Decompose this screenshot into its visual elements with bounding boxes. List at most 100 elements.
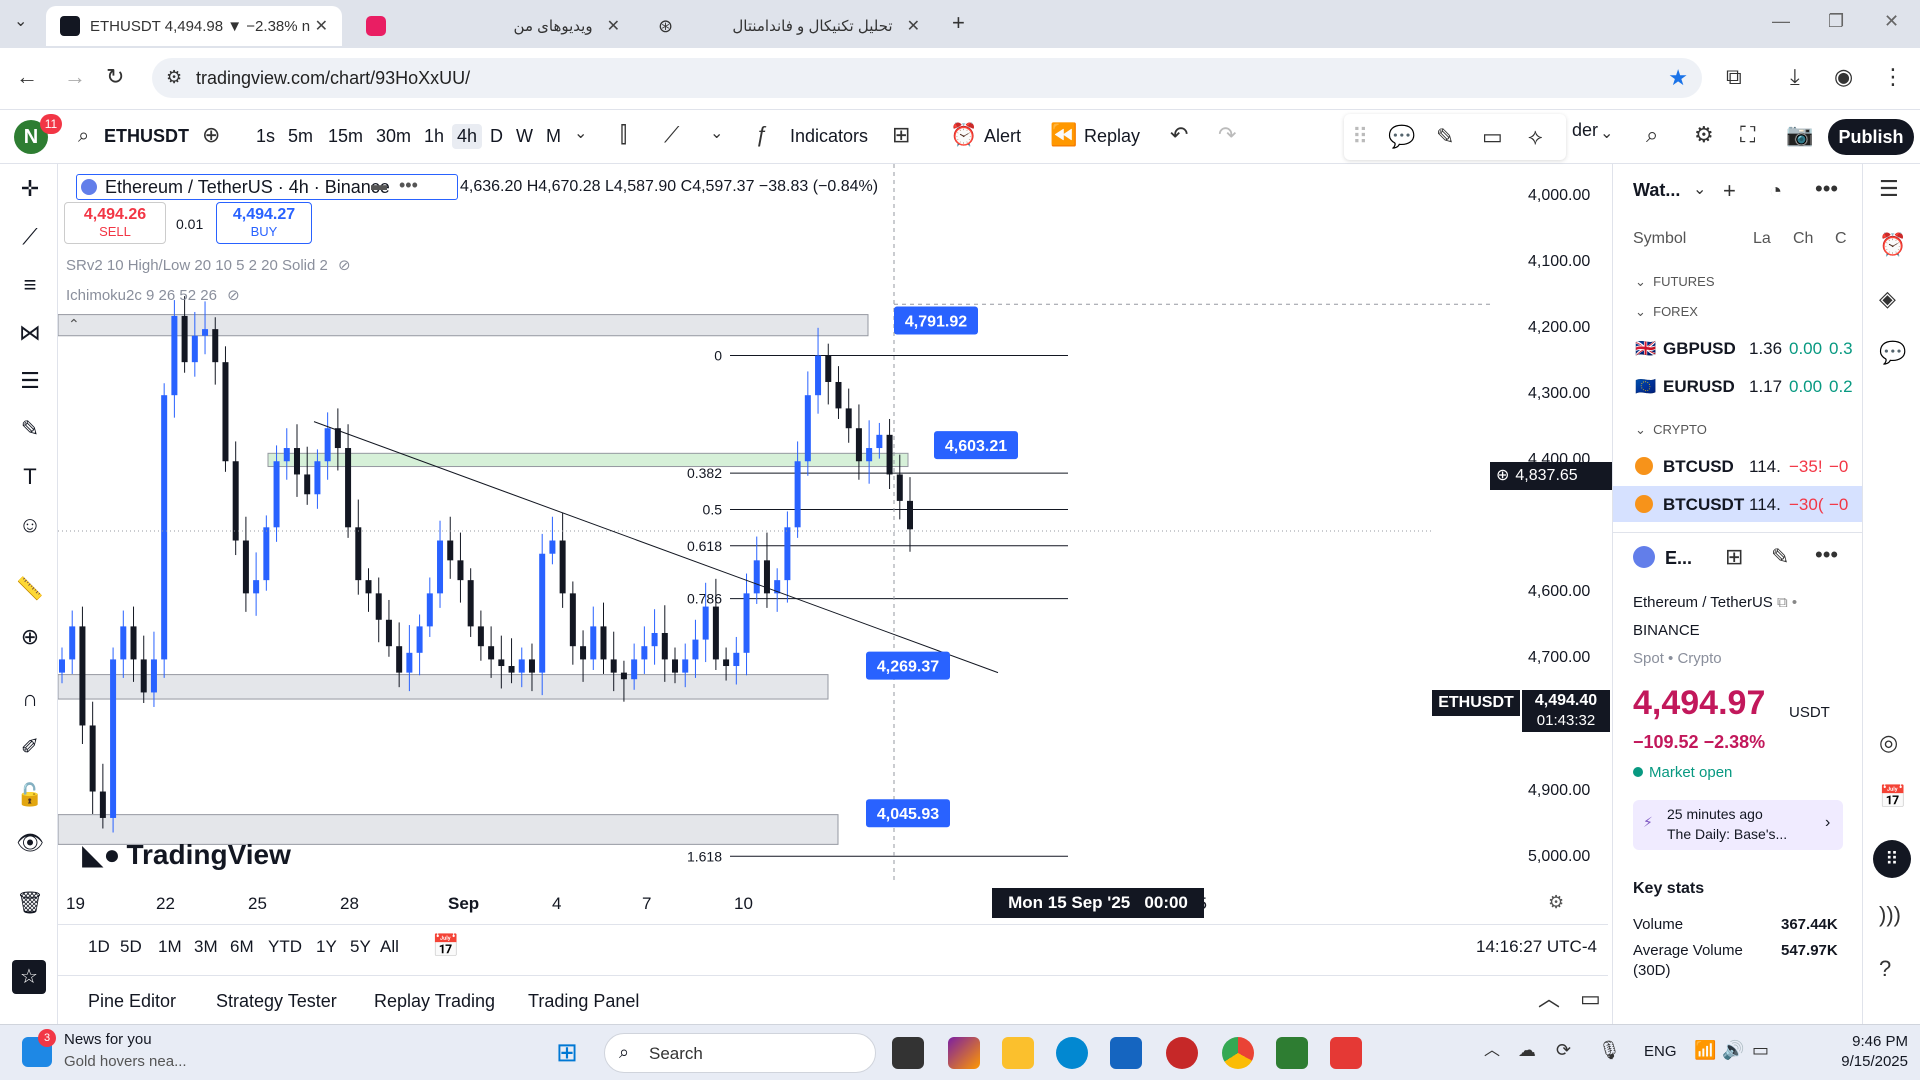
- apps-grid-icon[interactable]: ⠿: [1873, 840, 1911, 878]
- sell-button[interactable]: 4,494.26 SELL: [64, 202, 166, 244]
- group-forex[interactable]: ⌄ FOREX: [1635, 304, 1698, 320]
- col-change-pct[interactable]: C: [1835, 230, 1847, 248]
- volume-icon[interactable]: 🔊: [1722, 1041, 1744, 1059]
- tab-strategy-tester[interactable]: Strategy Tester: [216, 991, 337, 1012]
- interval-d[interactable]: D: [490, 126, 503, 147]
- help-icon[interactable]: ?: [1879, 958, 1891, 980]
- range-button[interactable]: 1D: [88, 937, 110, 957]
- app-red-icon[interactable]: [1330, 1037, 1362, 1069]
- range-button[interactable]: 1Y: [316, 937, 337, 957]
- candles-chart-type-icon[interactable]: ⫿: [620, 124, 627, 146]
- more-icon[interactable]: •••: [399, 175, 418, 196]
- task-view-icon[interactable]: [892, 1037, 924, 1069]
- extensions-icon[interactable]: ⧉: [1726, 66, 1742, 88]
- indicators-icon[interactable]: ƒ: [756, 124, 768, 146]
- range-button[interactable]: 6M: [230, 937, 254, 957]
- watchlist-row-btcusd[interactable]: BTCUSD 114. −35! −0: [1613, 448, 1863, 484]
- store-icon[interactable]: [1110, 1037, 1142, 1069]
- maximize-icon[interactable]: ❐: [1828, 12, 1844, 30]
- watchlist-row-btcusdt[interactable]: BTCUSDT 114. −30( −0: [1613, 486, 1863, 522]
- app-p-icon[interactable]: [1166, 1037, 1198, 1069]
- replay-icon[interactable]: ⏪: [1050, 124, 1077, 146]
- horizontal-lines-icon[interactable]: ≡: [16, 272, 44, 300]
- chat-icon[interactable]: 💬: [1879, 342, 1906, 364]
- signal-icon[interactable]: ))): [1879, 904, 1901, 926]
- replay-button[interactable]: Replay: [1084, 126, 1140, 147]
- settings-icon[interactable]: ⚙: [1694, 124, 1714, 146]
- brush-icon[interactable]: ✎: [1436, 126, 1454, 148]
- eye-icon[interactable]: ▬: [371, 177, 387, 195]
- taskbar-date[interactable]: 9/15/2025: [1808, 1053, 1908, 1070]
- details-symbol-short[interactable]: E...: [1665, 548, 1692, 569]
- file-explorer-icon[interactable]: [1002, 1037, 1034, 1069]
- fullscreen-icon[interactable]: ⛶: [1740, 124, 1755, 146]
- hide-drawings-eye-icon[interactable]: 👁: [16, 830, 44, 858]
- target-icon[interactable]: ◎: [1879, 732, 1898, 754]
- text-icon[interactable]: T: [16, 464, 44, 492]
- hidden-eye-icon[interactable]: ⊘: [338, 257, 351, 274]
- publish-button[interactable]: Publish: [1828, 119, 1914, 155]
- browser-menu-icon[interactable]: ⋮: [1882, 66, 1904, 88]
- tab-search-icon[interactable]: ⌄: [14, 14, 27, 30]
- edit-icon[interactable]: ✎: [1771, 546, 1789, 568]
- interval-dropdown-icon[interactable]: ⌄: [574, 126, 587, 142]
- path-icon[interactable]: ⟡: [1528, 126, 1543, 148]
- close-tab-icon[interactable]: ✕: [315, 16, 328, 36]
- crosshair-icon[interactable]: ✛: [16, 176, 44, 204]
- add-symbol-icon[interactable]: +: [1723, 180, 1736, 202]
- taskbar-time[interactable]: 9:46 PM: [1808, 1033, 1908, 1050]
- expand-panel-icon[interactable]: ︿: [1538, 988, 1560, 1010]
- magnet-icon[interactable]: ∩: [16, 686, 44, 714]
- close-window-icon[interactable]: ✕: [1884, 12, 1899, 30]
- ruler-icon[interactable]: 📏: [16, 576, 44, 604]
- range-button[interactable]: 1M: [158, 937, 182, 957]
- lock-drawings-pencil-icon[interactable]: ✐: [16, 734, 44, 762]
- site-info-icon[interactable]: ⚙: [166, 68, 182, 86]
- watchlist-row-gbpusd[interactable]: 🇬🇧 GBPUSD 1.36 0.00 0.3: [1613, 330, 1863, 366]
- col-symbol[interactable]: Symbol: [1633, 230, 1686, 248]
- watchlist-dropdown-icon[interactable]: ⌄: [1693, 182, 1706, 198]
- range-button[interactable]: 3M: [194, 937, 218, 957]
- trendline-icon[interactable]: ⟋: [16, 224, 44, 252]
- group-crypto[interactable]: ⌄ CRYPTO: [1635, 422, 1707, 438]
- goto-date-icon[interactable]: 📅: [432, 935, 459, 957]
- interval-1h[interactable]: 1h: [424, 126, 444, 147]
- chrome-icon[interactable]: [1222, 1037, 1254, 1069]
- tab-pine-editor[interactable]: Pine Editor: [88, 991, 176, 1012]
- brush-icon[interactable]: ✎: [16, 416, 44, 444]
- indicator-srv2[interactable]: SRv2 10 High/Low 20 10 5 2 20 Solid 2 ⊘: [66, 256, 351, 274]
- tray-sync-icon[interactable]: ⟳: [1556, 1041, 1571, 1059]
- tab-analysis[interactable]: ⊛ تحلیل تکنیکال و فاندامنتال ✕: [644, 6, 934, 46]
- interval-15m[interactable]: 15m: [328, 126, 363, 147]
- interval-m[interactable]: M: [546, 126, 561, 147]
- rectangle-icon[interactable]: ▭: [1482, 126, 1503, 148]
- layout-name[interactable]: der: [1572, 120, 1598, 141]
- symbol-legend[interactable]: Ethereum / TetherUS · 4h · Binance ▬ •••: [76, 174, 458, 200]
- range-button[interactable]: 5D: [120, 937, 142, 957]
- utc-clock[interactable]: 14:16:27 UTC-4: [1476, 937, 1597, 957]
- group-futures[interactable]: ⌄ FUTURES: [1635, 274, 1715, 290]
- alert-icon[interactable]: ⏰: [950, 124, 977, 146]
- callout-icon[interactable]: 💬: [1388, 126, 1415, 148]
- copilot-icon[interactable]: [948, 1037, 980, 1069]
- bookmark-star-icon[interactable]: ★: [1668, 67, 1688, 89]
- layout-dropdown-icon[interactable]: ⌄: [1600, 126, 1613, 142]
- reload-icon[interactable]: ↻: [106, 66, 124, 88]
- tab-trading-panel[interactable]: Trading Panel: [528, 991, 639, 1012]
- tab-videos[interactable]: ویدیوهای من ✕: [352, 6, 634, 46]
- lock-icon[interactable]: 🔓: [16, 782, 44, 810]
- col-last[interactable]: La: [1753, 230, 1771, 248]
- indicator-ichimoku[interactable]: Ichimoku2c 9 26 52 26 ⊘: [66, 286, 240, 304]
- close-tab-icon[interactable]: ✕: [607, 16, 620, 36]
- indicators-button[interactable]: Indicators: [790, 126, 868, 147]
- price-chart[interactable]: 0 0.382 0.5 0.618 0.786 1.618 4,791.92 4,603.2…: [58, 164, 1608, 924]
- details-layout-icon[interactable]: ⊞: [1725, 546, 1743, 568]
- watchlist-icon[interactable]: ☰: [1879, 178, 1899, 200]
- interval-30m[interactable]: 30m: [376, 126, 411, 147]
- templates-icon[interactable]: ⊞: [892, 124, 910, 146]
- pattern-icon[interactable]: ⋈: [16, 320, 44, 348]
- symbol-search[interactable]: ETHUSDT: [104, 126, 189, 147]
- external-link-icon[interactable]: ⧉ •: [1777, 594, 1797, 611]
- news-widget-title[interactable]: News for you: [64, 1031, 152, 1048]
- chart-type-dropdown-icon[interactable]: ⌄: [710, 126, 723, 142]
